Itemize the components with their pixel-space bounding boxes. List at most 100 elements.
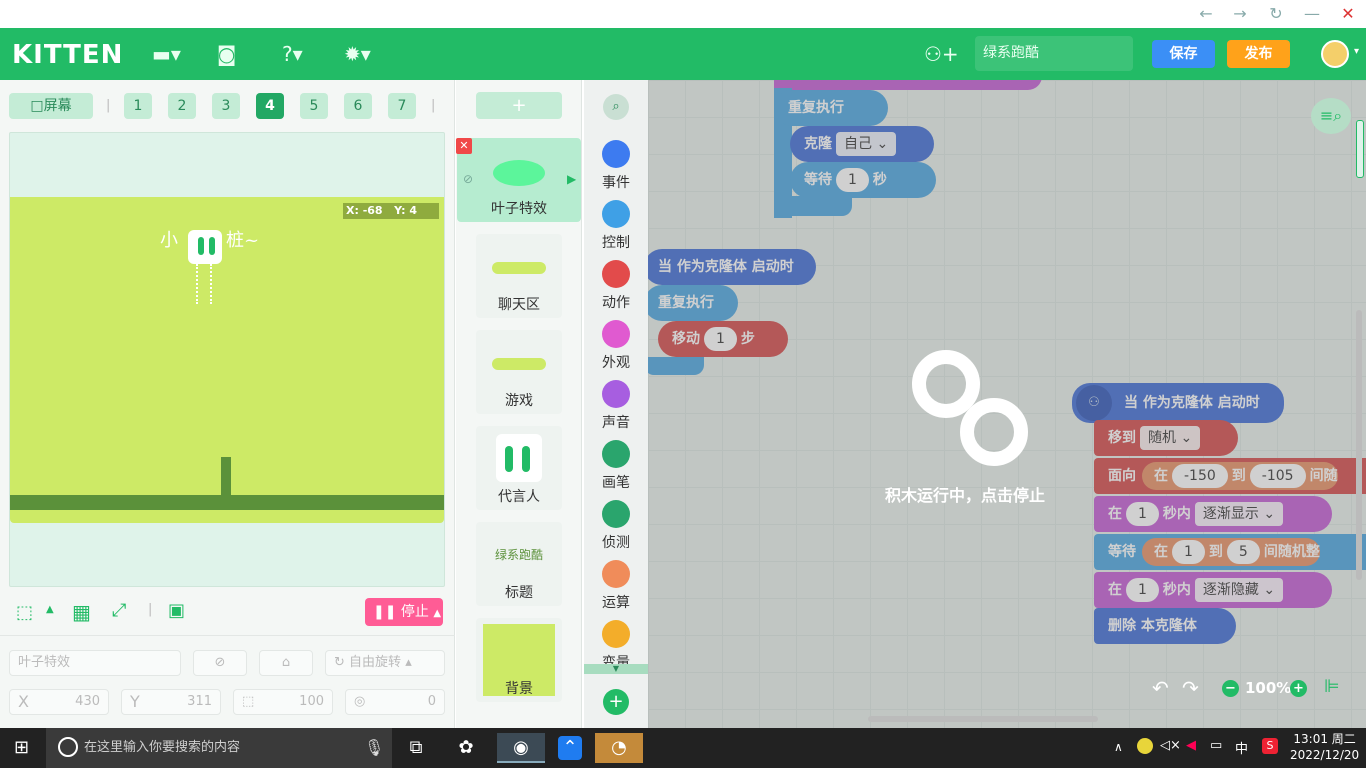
- sprite-card-game[interactable]: 游戏: [476, 330, 562, 414]
- screen-tab-7[interactable]: 7: [388, 93, 416, 119]
- screen-tab-1[interactable]: 1: [124, 93, 152, 119]
- screen-tab-5[interactable]: 5: [300, 93, 328, 119]
- chevron-up-icon[interactable]: ▲: [46, 604, 54, 615]
- tray-app-icon[interactable]: [1137, 738, 1153, 754]
- category-icon: [602, 440, 630, 468]
- chevron-up-icon[interactable]: ▲: [433, 608, 441, 619]
- category-8[interactable]: 运算: [584, 560, 648, 612]
- title-thumbnail: 绿系跑酷: [494, 548, 543, 562]
- sprite-card-background[interactable]: 背景: [476, 618, 562, 702]
- zoom-in-button[interactable]: +: [1290, 680, 1307, 697]
- taskbar-clock[interactable]: 13:01 周二 2022/12/20: [1290, 731, 1359, 763]
- add-sprite-button[interactable]: +: [476, 92, 562, 119]
- coordinate-readout: X: -68 Y: 4: [343, 203, 439, 219]
- fullscreen-icon[interactable]: ⤢: [112, 600, 126, 621]
- category-label: 声音: [602, 415, 630, 431]
- rotate-icon: ↻: [334, 655, 345, 670]
- y-field[interactable]: Y 311: [121, 689, 221, 715]
- mute-icon[interactable]: ◁×: [1160, 738, 1181, 753]
- windows-start-icon[interactable]: ⊞: [14, 737, 29, 758]
- category-5[interactable]: 声音: [584, 380, 648, 432]
- category-2[interactable]: 控制: [584, 200, 648, 252]
- chevron-right-icon[interactable]: ▶: [567, 172, 576, 186]
- grid-icon[interactable]: ▦: [72, 600, 91, 624]
- backpack-icon[interactable]: ◙: [217, 42, 236, 66]
- align-icon[interactable]: ⊫: [1324, 676, 1340, 697]
- scrollbar[interactable]: [868, 716, 1098, 722]
- app-icon[interactable]: ✿: [442, 733, 490, 763]
- direction-field[interactable]: ◎ 0: [345, 689, 445, 715]
- add-user-icon[interactable]: ⚇+: [924, 42, 959, 66]
- play-mode-icon[interactable]: ▣: [168, 600, 185, 621]
- close-icon[interactable]: ✕: [1338, 4, 1358, 24]
- save-button[interactable]: 保存: [1152, 40, 1215, 68]
- taskbar-search[interactable]: 在这里输入你要搜索的内容: [46, 728, 392, 768]
- chevron-down-icon[interactable]: ▾: [1354, 46, 1359, 57]
- battery-icon[interactable]: ▭: [1210, 738, 1222, 753]
- x-field[interactable]: X 430: [9, 689, 109, 715]
- lock-icon[interactable]: ⌂: [259, 650, 313, 676]
- user-avatar[interactable]: [1321, 40, 1349, 68]
- folder-icon[interactable]: ▬▾: [152, 42, 181, 66]
- arrow-left-icon[interactable]: ←: [1196, 4, 1216, 24]
- screen-button[interactable]: □屏幕: [9, 93, 93, 119]
- settings-icon[interactable]: ✹▾: [344, 42, 371, 66]
- screen-tab-3[interactable]: 3: [212, 93, 240, 119]
- volume-icon[interactable]: ◀: [1186, 738, 1196, 753]
- publish-button[interactable]: 发布: [1227, 40, 1290, 68]
- running-message[interactable]: 积木运行中，点击停止: [885, 482, 1045, 506]
- lanhu-app-icon[interactable]: ⌃: [546, 733, 594, 763]
- kitten-app-icon[interactable]: ◉: [497, 733, 545, 763]
- divider: |: [431, 98, 436, 113]
- scroll-down-icon[interactable]: ▼: [584, 664, 648, 674]
- hidden-eye-icon[interactable]: ⊘: [463, 172, 473, 186]
- small-stage-icon[interactable]: ⬚: [16, 602, 33, 623]
- sprite-card-chat[interactable]: 聊天区: [476, 234, 562, 318]
- undo-icon[interactable]: ↶: [1152, 676, 1169, 700]
- category-3[interactable]: 动作: [584, 260, 648, 312]
- category-6[interactable]: 画笔: [584, 440, 648, 492]
- stop-button[interactable]: ❚❚ 停止 ▲: [365, 598, 443, 626]
- minimize-icon[interactable]: —: [1302, 4, 1322, 24]
- zoom-out-button[interactable]: −: [1222, 680, 1239, 697]
- ime-indicator[interactable]: 中: [1235, 738, 1248, 757]
- delete-icon[interactable]: ✕: [456, 138, 472, 154]
- sprite-card-leaf[interactable]: ✕ ⊘ ▶ 叶子特效: [456, 138, 581, 222]
- project-name-input[interactable]: 绿系跑酷: [975, 36, 1133, 71]
- sogou-icon[interactable]: S: [1262, 738, 1278, 754]
- chat-thumbnail: [492, 262, 546, 274]
- sprite-card-title[interactable]: 绿系跑酷 标题: [476, 522, 562, 606]
- cortana-icon[interactable]: [58, 737, 78, 757]
- gear-icon: [960, 398, 1028, 466]
- screen-tab-6[interactable]: 6: [344, 93, 372, 119]
- rotation-mode-select[interactable]: ↻ 自由旋转 ▴: [325, 650, 445, 676]
- arrow-right-icon[interactable]: →: [1230, 4, 1250, 24]
- microphone-icon[interactable]: 🎙: [364, 738, 384, 757]
- sprite-name-field[interactable]: 叶子特效: [9, 650, 181, 676]
- category-4[interactable]: 外观: [584, 320, 648, 372]
- chevron-up-icon[interactable]: ∧: [1114, 740, 1123, 754]
- search-icon[interactable]: ⌕: [603, 94, 629, 120]
- refresh-icon[interactable]: ↻: [1266, 4, 1286, 24]
- block-search-icon[interactable]: ≡⌕: [1311, 98, 1351, 134]
- category-1[interactable]: 事件: [584, 140, 648, 192]
- direction-icon: ◎: [354, 694, 366, 709]
- category-label: 画笔: [602, 475, 630, 491]
- wechat-icon[interactable]: ◔: [595, 733, 643, 763]
- visibility-icon[interactable]: ⊘: [193, 650, 247, 676]
- app-logo: KITTEN: [12, 40, 124, 70]
- screen-tab-2[interactable]: 2: [168, 93, 196, 119]
- spokesperson-sprite[interactable]: [188, 230, 222, 264]
- sprite-card-spokesperson[interactable]: 代言人: [476, 426, 562, 510]
- scrollbar[interactable]: [1356, 310, 1362, 580]
- task-view-icon[interactable]: ⧉: [392, 733, 440, 763]
- category-7[interactable]: 侦测: [584, 500, 648, 552]
- screen-tab-4[interactable]: 4: [256, 93, 284, 119]
- size-icon: ⬚: [242, 694, 255, 709]
- add-extension-button[interactable]: +: [603, 689, 629, 715]
- redo-icon[interactable]: ↷: [1182, 676, 1199, 700]
- size-field[interactable]: ⬚ 100: [233, 689, 333, 715]
- scrollbar[interactable]: [1356, 120, 1364, 178]
- help-icon[interactable]: ?▾: [282, 42, 303, 66]
- pause-icon: ❚❚: [373, 604, 397, 620]
